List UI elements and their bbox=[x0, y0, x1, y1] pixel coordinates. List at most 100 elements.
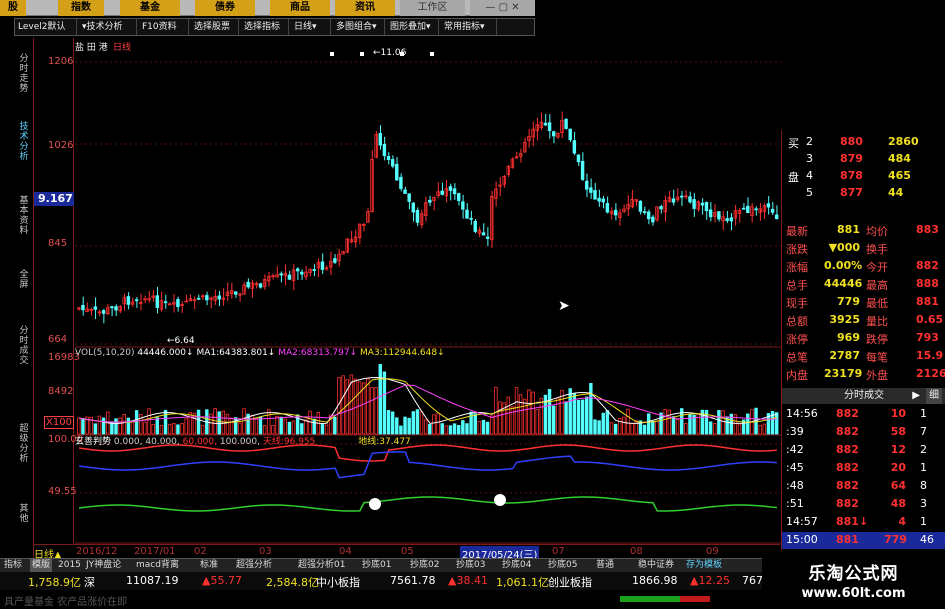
template-tab[interactable]: 稳中证券 bbox=[638, 559, 674, 572]
candlestick-chart[interactable] bbox=[75, 38, 781, 348]
stat-label: 最低 bbox=[866, 297, 888, 310]
menu-fund[interactable]: 基金 bbox=[120, 0, 180, 16]
candle-body bbox=[399, 176, 403, 189]
volume-bar bbox=[188, 411, 193, 435]
tool-multi-chart[interactable]: 多图组合▾ bbox=[333, 19, 385, 35]
volume-bar bbox=[704, 409, 709, 435]
volume-bar bbox=[134, 410, 139, 435]
tab-fullscreen[interactable]: 全屏 bbox=[16, 270, 32, 290]
tab-intraday[interactable]: 分时走势 bbox=[16, 54, 32, 94]
status-bar-red bbox=[680, 596, 710, 602]
volume-bar bbox=[357, 381, 362, 435]
template-tab[interactable]: 指标 bbox=[4, 559, 22, 572]
volume-bar bbox=[122, 413, 126, 435]
candle-body bbox=[234, 291, 238, 295]
template-tab[interactable]: 普通 bbox=[596, 559, 614, 572]
price-tick: 1206 bbox=[48, 56, 74, 67]
volume-bar bbox=[271, 425, 275, 435]
volume-unit: X100 bbox=[44, 416, 74, 429]
template-tab[interactable]: 超强分析 bbox=[236, 559, 272, 572]
template-tab[interactable]: 抄底03 bbox=[456, 559, 485, 572]
tick-count: 1 bbox=[920, 461, 927, 474]
tool-tech-analysis[interactable]: ▾技术分析 bbox=[79, 19, 137, 35]
stat-label: 换手 bbox=[866, 243, 888, 256]
bid-level: 3 bbox=[806, 152, 813, 165]
menu-bond[interactable]: 债券 bbox=[195, 0, 255, 16]
candle-body bbox=[320, 261, 325, 270]
tool-select-indicator[interactable]: 选择指标 bbox=[241, 19, 289, 35]
template-tab[interactable]: macd背离 bbox=[136, 559, 179, 572]
tick-count: 7 bbox=[920, 425, 927, 438]
stat-value: 15.9 bbox=[916, 349, 944, 362]
stat-label: 总手 bbox=[786, 279, 808, 292]
candle-body bbox=[407, 193, 411, 202]
tab-fundamentals[interactable]: 基本资料 bbox=[16, 196, 32, 236]
tool-level2[interactable]: Level2默认 bbox=[15, 19, 77, 35]
template-tab[interactable]: 抄底05 bbox=[548, 559, 577, 572]
candle-body bbox=[580, 161, 585, 180]
dropdown-icon: ▾ bbox=[372, 22, 377, 32]
tick-count: 1 bbox=[920, 407, 927, 420]
volume-bar bbox=[580, 399, 585, 435]
tool-period[interactable]: 日线▾ bbox=[291, 19, 331, 35]
candle-body bbox=[774, 214, 779, 220]
tool-common-indicators[interactable]: 常用指标▾ bbox=[441, 19, 497, 35]
volume-bar bbox=[444, 425, 449, 435]
candle-body bbox=[766, 203, 771, 208]
tick-price: 882 bbox=[836, 461, 859, 474]
window-controls[interactable]: — ▢ ✕ bbox=[470, 0, 535, 16]
quote-panel: 买 2 880 2860 3 879 484 盘 4 878 465 5 877 44 最新 881 均价 88… bbox=[781, 130, 945, 550]
tool-f10[interactable]: F10资料 bbox=[139, 19, 189, 35]
template-tab[interactable]: 2015 bbox=[58, 559, 81, 572]
menu-workspace[interactable]: 工作区 bbox=[400, 0, 465, 16]
tab-super-analysis[interactable]: 超级分析 bbox=[16, 424, 32, 464]
stat-value: 793 bbox=[916, 331, 939, 344]
detail-button[interactable]: 细 bbox=[926, 388, 942, 404]
volume-bar bbox=[126, 417, 131, 435]
tab-technical[interactable]: 技术分析 bbox=[16, 122, 32, 162]
next-arrow-icon[interactable]: ▶ bbox=[912, 388, 920, 404]
volume-bar bbox=[490, 415, 494, 435]
gem-change: ▲12.25 bbox=[690, 574, 730, 587]
candle-body bbox=[428, 199, 432, 203]
menu-news[interactable]: 资讯 bbox=[335, 0, 395, 16]
tool-select-stock[interactable]: 选择股票 bbox=[191, 19, 239, 35]
candle-body bbox=[382, 143, 387, 157]
stat-label: 内盘 bbox=[786, 369, 808, 382]
volume-bar bbox=[630, 423, 634, 435]
volume-bar bbox=[758, 425, 762, 435]
volume-bar bbox=[539, 397, 544, 435]
tick-trades-header[interactable]: 分时成交 细 ▶ bbox=[782, 388, 945, 404]
volume-bar bbox=[523, 398, 527, 435]
template-tab[interactable]: 抄底01 bbox=[362, 559, 391, 572]
template-tab[interactable]: 超强分析01 bbox=[298, 559, 345, 572]
volume-bar bbox=[184, 418, 188, 435]
tool-overlay[interactable]: 图形叠加▾ bbox=[387, 19, 439, 35]
watermark: 乐淘公式网 www.60lt.com bbox=[762, 553, 945, 609]
stat-value: 883 bbox=[916, 223, 939, 236]
template-tab[interactable]: 模版 bbox=[30, 559, 53, 572]
template-tab[interactable]: 抄底04 bbox=[502, 559, 531, 572]
menu-index[interactable]: 指数 bbox=[58, 0, 104, 16]
tab-other[interactable]: 其他 bbox=[16, 504, 32, 524]
volume-bar bbox=[93, 423, 98, 435]
stat-label: 每笔 bbox=[866, 351, 888, 364]
volume-bar bbox=[312, 418, 316, 435]
candle-body bbox=[126, 296, 131, 305]
template-tab[interactable]: JY神盘论 bbox=[86, 559, 121, 572]
template-tab[interactable]: 标准 bbox=[200, 559, 218, 572]
sme-name: 中小板指 bbox=[316, 576, 360, 589]
volume-bar bbox=[333, 416, 337, 435]
volume-bar bbox=[564, 401, 568, 435]
tab-tick-trades[interactable]: 分时成交 bbox=[16, 326, 32, 366]
news-ticker[interactable]: 具产量基金 农产品涨价在即 bbox=[4, 593, 127, 608]
chart-area[interactable]: 盐 田 港 日线 ←11.06 ←6.64 VOL(5,10,20) 44446… bbox=[75, 38, 781, 568]
bid-side-label: 买 bbox=[788, 137, 799, 150]
tick-time: 14:57 bbox=[786, 515, 818, 528]
template-tab[interactable]: 抄底02 bbox=[410, 559, 439, 572]
candle-body bbox=[287, 274, 292, 280]
template-tab[interactable]: 存为模板 bbox=[686, 559, 722, 572]
menu-commodity[interactable]: 商品 bbox=[270, 0, 330, 16]
volume-bar bbox=[568, 388, 572, 435]
menu-stock[interactable]: 股 bbox=[0, 0, 26, 16]
